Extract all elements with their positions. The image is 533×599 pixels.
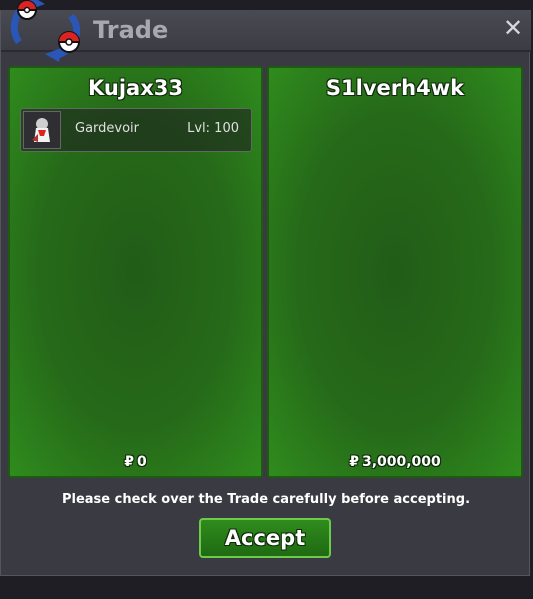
right-trainer-name: S1lverh4wk	[325, 76, 465, 100]
pokedollar-icon: ₽	[349, 454, 359, 470]
gardevoir-sprite-icon	[23, 111, 61, 149]
right-trade-panel: S1lverh4wk ₽3,000,000	[267, 66, 523, 478]
trade-logo-icon	[10, 0, 80, 62]
accept-button[interactable]: Accept	[199, 518, 331, 558]
pokemon-name: Gardevoir	[75, 121, 140, 136]
left-trade-panel: Kujax33 Gardevoir Lvl: 100 ₽0	[8, 66, 263, 478]
offered-pokemon-row[interactable]: Gardevoir Lvl: 100	[20, 108, 252, 152]
left-money-value: 0	[137, 454, 147, 470]
trade-notice: Please check over the Trade carefully be…	[61, 492, 471, 507]
trade-window: Trade ✕ Kujax33 Gardevoir Lvl: 100 ₽ 0 S…	[0, 0, 531, 576]
right-money-value: 3,000,000	[361, 454, 441, 470]
right-money: ₽3,000,000	[269, 454, 521, 470]
close-button[interactable]: ✕	[501, 16, 525, 40]
window-title: Trade	[93, 16, 169, 44]
pokemon-level: Lvl: 100	[187, 121, 239, 136]
left-money: ₽0	[10, 454, 261, 470]
left-trainer-name: Kujax33	[88, 76, 183, 100]
pokedollar-icon: ₽	[124, 454, 134, 470]
